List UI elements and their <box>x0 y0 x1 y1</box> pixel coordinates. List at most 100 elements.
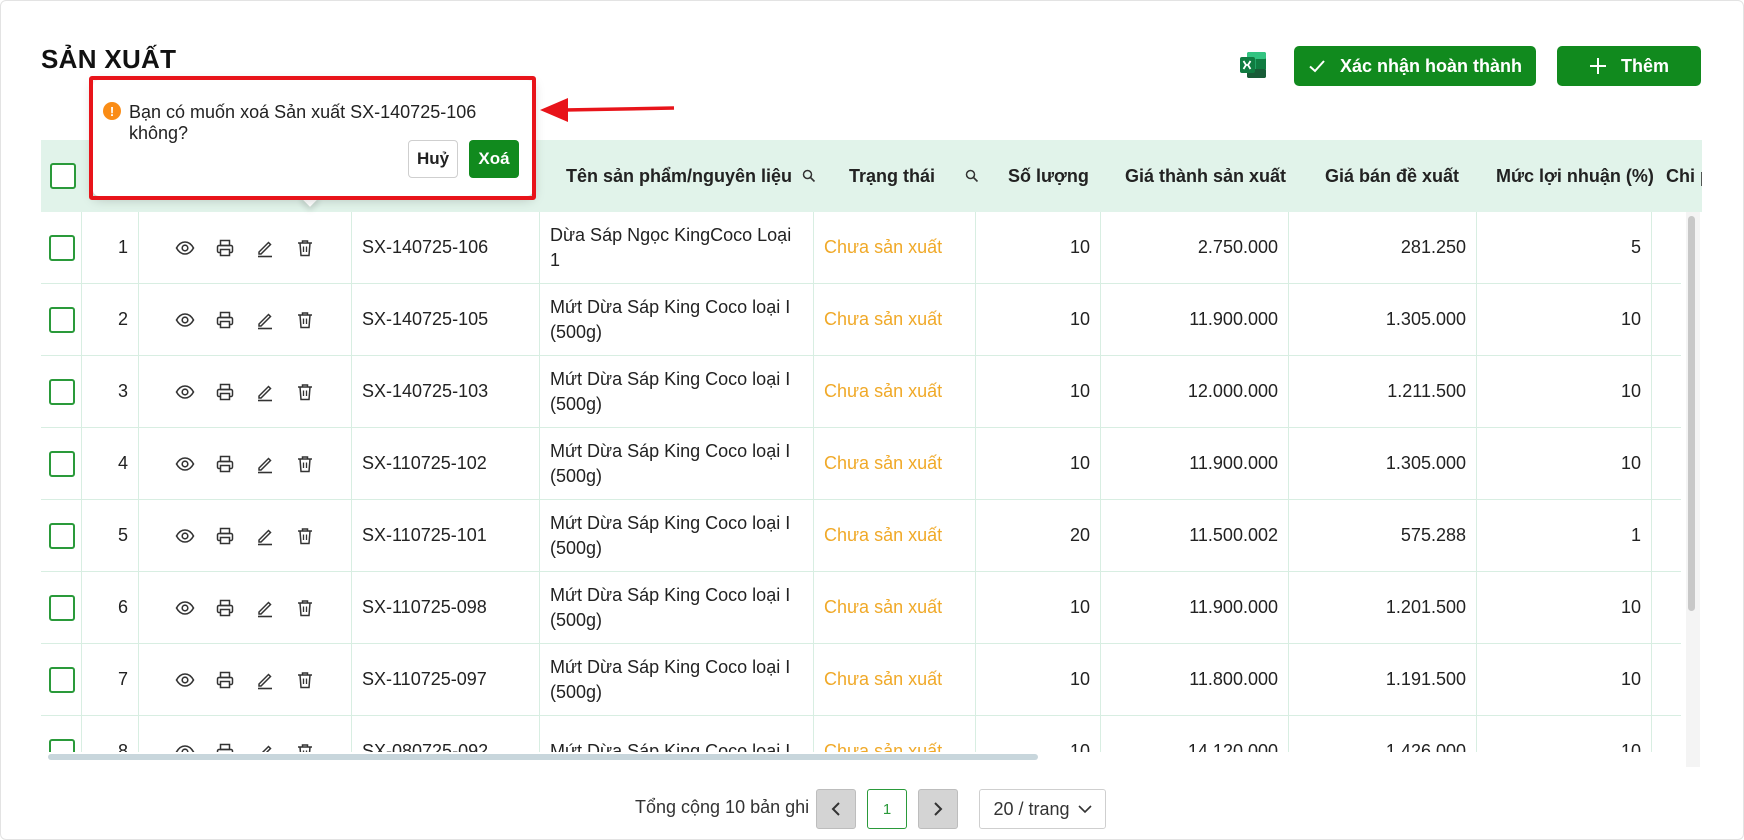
table-row[interactable]: 7 SX-110725-097 Mứt Dừa Sáp King Coco loại… <box>41 644 1681 716</box>
delete-button[interactable] <box>295 454 315 474</box>
row-checkbox[interactable] <box>48 666 75 693</box>
delete-button[interactable] <box>295 310 315 330</box>
prev-page-button[interactable] <box>816 789 856 829</box>
edit-button[interactable] <box>255 526 275 546</box>
edit-icon <box>261 744 272 752</box>
edit-button[interactable] <box>255 310 275 330</box>
view-button[interactable] <box>175 238 195 258</box>
cell-code: SX-110725-098 <box>362 597 487 617</box>
edit-button[interactable] <box>255 598 275 618</box>
row-checkbox[interactable] <box>48 522 75 549</box>
excel-icon[interactable] <box>1238 50 1268 80</box>
search-icon[interactable] <box>965 169 979 183</box>
cell-index-container: 7 <box>82 644 139 715</box>
cell-status-container: Chưa sản xuất <box>814 212 976 283</box>
next-page-button[interactable] <box>918 789 958 829</box>
edit-button[interactable] <box>255 238 275 258</box>
row-checkbox[interactable] <box>48 738 75 752</box>
delete-button[interactable] <box>295 238 315 258</box>
cell-code-container: SX-140725-105 <box>352 284 540 355</box>
table-row[interactable]: 8 SX-080725-092 Mứt Dừa Sáp King Coco loại… <box>41 716 1681 752</box>
cell-price-container: 1.426.000 <box>1289 716 1477 752</box>
chevron-right-icon <box>934 802 943 816</box>
delete-button[interactable] <box>295 742 315 752</box>
cell-margin: 10 <box>1620 381 1641 401</box>
print-button[interactable] <box>215 454 235 474</box>
horizontal-scrollbar[interactable] <box>48 754 1038 760</box>
confirm-complete-button[interactable]: Xác nhận hoàn thành <box>1294 46 1536 86</box>
printer-icon <box>216 527 234 544</box>
row-actions-group <box>139 238 351 258</box>
cell-code-container: SX-110725-097 <box>352 644 540 715</box>
print-button[interactable] <box>215 742 235 752</box>
row-checkbox-cell <box>41 572 82 643</box>
table-row[interactable]: 2 SX-140725-105 Mứt Dừa Sáp King Coco loại… <box>41 284 1681 356</box>
table-row[interactable]: 6 SX-110725-098 Mứt Dừa Sáp King Coco loại… <box>41 572 1681 644</box>
search-icon[interactable] <box>802 169 816 183</box>
row-checkbox[interactable] <box>48 450 75 477</box>
print-button[interactable] <box>215 598 235 618</box>
cell-cost: 11.900.000 <box>1189 453 1278 473</box>
edit-button[interactable] <box>255 670 275 690</box>
print-button[interactable] <box>215 238 235 258</box>
row-checkbox[interactable] <box>48 378 75 405</box>
column-header-production-cost: Giá thành sản xuất <box>1125 165 1287 186</box>
cell-qty-container: 10 <box>976 428 1101 499</box>
cell-product: Mứt Dừa Sáp King Coco loại I (500g) <box>550 296 791 342</box>
cell-index: 1 <box>117 237 128 257</box>
view-button[interactable] <box>175 670 195 690</box>
printer-icon <box>216 383 234 400</box>
view-button[interactable] <box>175 526 195 546</box>
cell-qty: 10 <box>1069 597 1090 617</box>
column-header-product: Tên sản phẩm/nguyên liệu <box>566 140 816 212</box>
edit-button[interactable] <box>255 454 275 474</box>
delete-button[interactable] <box>295 598 315 618</box>
view-button[interactable] <box>175 310 195 330</box>
view-button[interactable] <box>175 454 195 474</box>
cell-index: 6 <box>117 597 128 617</box>
print-button[interactable] <box>215 670 235 690</box>
cell-index: 2 <box>117 309 128 329</box>
cell-cost: 12.000.000 <box>1187 381 1278 401</box>
cell-qty: 10 <box>1069 237 1090 257</box>
view-button[interactable] <box>175 598 195 618</box>
vertical-scrollbar[interactable] <box>1688 216 1695 611</box>
row-actions-group <box>139 670 351 690</box>
table-row[interactable]: 1 SX-140725-106 Dừa Sáp Ngọc KingCoco Loại… <box>41 212 1681 284</box>
row-actions <box>139 428 352 499</box>
delete-button[interactable] <box>295 526 315 546</box>
print-button[interactable] <box>215 310 235 330</box>
cell-qty-container: 10 <box>976 284 1101 355</box>
table-row[interactable]: 3 SX-140725-103 Mứt Dừa Sáp King Coco loại… <box>41 356 1681 428</box>
cell-qty-container: 10 <box>976 212 1101 283</box>
check-icon <box>1309 60 1325 73</box>
trash-icon <box>298 743 312 752</box>
page-number-current[interactable]: 1 <box>867 789 907 829</box>
eye-icon <box>175 528 195 543</box>
cell-code: SX-110725-102 <box>362 453 487 473</box>
delete-button[interactable] <box>295 382 315 402</box>
print-button[interactable] <box>215 526 235 546</box>
cell-cost-container: 11.900.000 <box>1101 428 1289 499</box>
select-all-checkbox[interactable] <box>50 163 76 189</box>
row-checkbox[interactable] <box>48 594 75 621</box>
cell-code: SX-140725-103 <box>362 381 489 401</box>
cell-margin-container: 10 <box>1477 716 1652 752</box>
row-checkbox[interactable] <box>48 234 75 261</box>
edit-button[interactable] <box>255 742 275 752</box>
cell-product: Mứt Dừa Sáp King Coco loại I (500g) <box>550 656 791 702</box>
table-row[interactable]: 4 SX-110725-102 Mứt Dừa Sáp King Coco loại… <box>41 428 1681 500</box>
delete-button[interactable] <box>295 670 315 690</box>
table-row[interactable]: 5 SX-110725-101 Mứt Dừa Sáp King Coco loại… <box>41 500 1681 572</box>
view-button[interactable] <box>175 382 195 402</box>
row-checkbox-cell <box>41 212 82 283</box>
page-size-select[interactable]: 20 / trang <box>979 789 1106 829</box>
row-checkbox[interactable] <box>48 306 75 333</box>
print-button[interactable] <box>215 382 235 402</box>
edit-button[interactable] <box>255 382 275 402</box>
row-actions-group <box>139 526 351 546</box>
add-button[interactable]: Thêm <box>1557 46 1701 86</box>
printer-icon <box>216 311 234 328</box>
view-button[interactable] <box>175 742 195 752</box>
cell-status-container: Chưa sản xuất <box>814 356 976 427</box>
